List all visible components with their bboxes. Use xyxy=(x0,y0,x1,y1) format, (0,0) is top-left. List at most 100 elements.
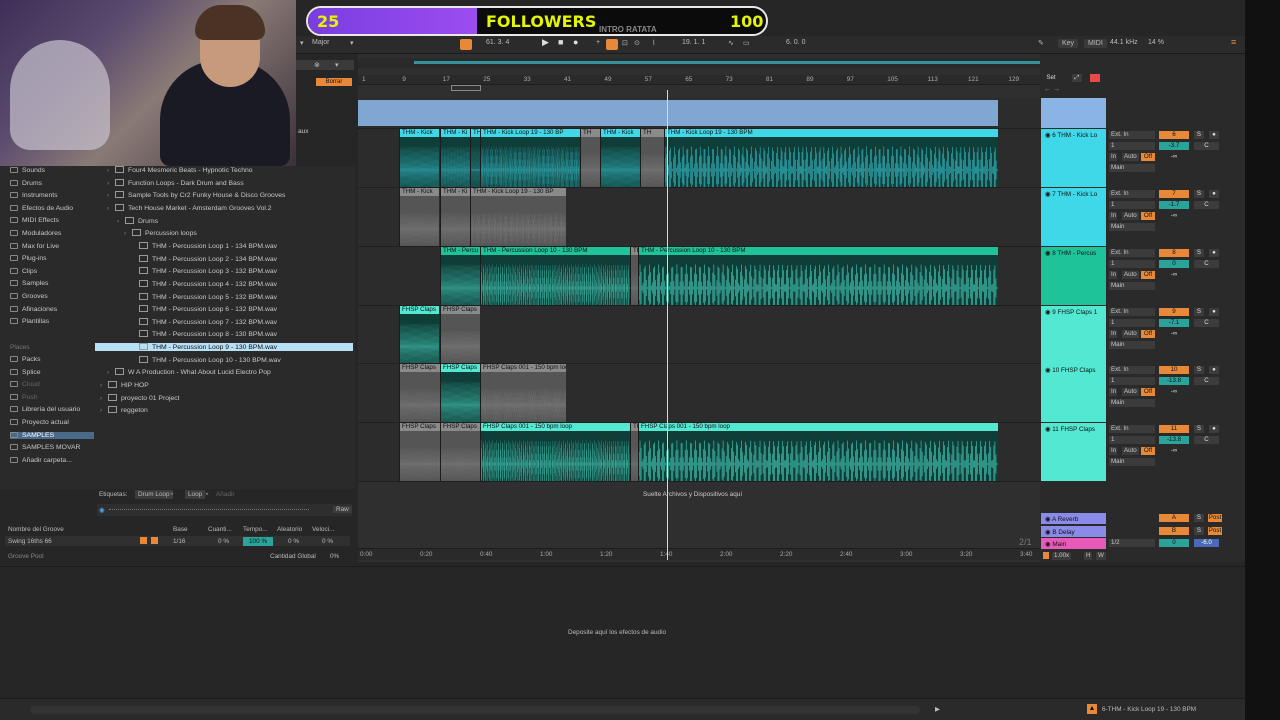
audio-clip[interactable]: FHSP Claps xyxy=(440,364,480,422)
record-arm-button[interactable]: ● xyxy=(1209,425,1219,433)
volume-field[interactable]: -3.7 xyxy=(1159,142,1189,150)
monitor-off-button[interactable]: Off xyxy=(1141,153,1155,161)
input-channel-select[interactable]: 1 xyxy=(1109,319,1155,327)
track-lane[interactable]: THM - Percu THM - Percussion Loop 10 - 13… xyxy=(358,247,1040,306)
track-name[interactable]: ◉ 9 FHSP Claps 1 xyxy=(1041,306,1106,316)
track-name[interactable]: ◉ 11 FHSP Claps xyxy=(1041,423,1106,433)
chevron-right-icon[interactable]: › xyxy=(100,395,108,402)
audio-clip[interactable]: THM - Kick Loop 19 - 130 BPM xyxy=(664,129,998,187)
folder-item[interactable]: › Percussion loops xyxy=(124,229,197,237)
folder-item[interactable]: › Four4 Mesmeric Beats - Hypnotic Techno xyxy=(107,166,253,174)
record-icon[interactable]: ● xyxy=(573,37,578,47)
cue-select[interactable]: 1/2 xyxy=(1109,539,1155,547)
input-type-select[interactable]: Ext. In xyxy=(1109,131,1155,139)
sidebar-item-0[interactable]: Sounds xyxy=(10,167,45,174)
file-item[interactable]: THM - Percussion Loop 8 - 130 BPM.wav xyxy=(139,330,277,338)
groove-quant[interactable]: 0 % xyxy=(218,538,229,545)
input-channel-select[interactable]: 1 xyxy=(1109,260,1155,268)
sidebar-item-11[interactable]: Afinaciones xyxy=(10,305,57,313)
audio-clip[interactable]: TH xyxy=(640,129,664,187)
monitor-in-button[interactable]: In xyxy=(1109,271,1117,279)
post-button[interactable]: Post xyxy=(1208,514,1222,522)
groove-timing[interactable]: 100 % xyxy=(243,537,274,546)
search-bar[interactable] xyxy=(296,60,354,70)
sidebar-item-5[interactable]: Moduladores xyxy=(10,230,61,237)
sidebar-item-3[interactable]: Efectos de Audio xyxy=(10,204,73,212)
sends-field[interactable]: -∞ xyxy=(1159,388,1189,396)
tag-drum-loop[interactable]: Drum Loop xyxy=(135,490,173,499)
global-amount-value[interactable]: 0% xyxy=(330,553,339,560)
file-item[interactable]: THM - Percussion Loop 4 - 132 BPM.wav xyxy=(139,279,277,288)
add-icon[interactable]: + xyxy=(596,39,600,46)
preview-bar[interactable]: ◉ Raw xyxy=(97,504,352,516)
return-activator[interactable]: A xyxy=(1159,514,1189,522)
monitor-in-button[interactable]: In xyxy=(1109,330,1117,338)
record-arm-button[interactable]: ● xyxy=(1209,190,1219,198)
track-lane[interactable]: FHSP Claps FHSP Claps FHSP Claps 001 - 150… xyxy=(358,364,1040,423)
monitor-auto-button[interactable]: Auto xyxy=(1122,153,1139,161)
input-channel-select[interactable]: 1 xyxy=(1109,142,1155,150)
follow-icon[interactable] xyxy=(460,39,472,50)
sidebar-item-8[interactable]: Clips xyxy=(10,267,37,275)
place-item-3[interactable]: Push xyxy=(10,393,38,401)
raw-button[interactable]: Raw xyxy=(333,506,352,513)
sends-field[interactable]: -∞ xyxy=(1159,153,1189,161)
input-channel-select[interactable]: 1 xyxy=(1109,436,1155,444)
audio-clip[interactable]: FHSP Claps 001 - 150 bpm loop xyxy=(480,423,630,481)
sends-field[interactable]: -∞ xyxy=(1159,212,1189,220)
track-lane[interactable]: THM - Kick THM - Ki THM - Kick Loop 19 - 1… xyxy=(358,188,1040,247)
pan-knob[interactable]: C xyxy=(1194,436,1219,444)
audio-clip[interactable]: FHSP Claps xyxy=(440,306,480,363)
audio-clip[interactable]: THM - Kick Loop 19 - 130 BP xyxy=(470,188,566,246)
input-type-select[interactable]: Ext. In xyxy=(1109,190,1155,198)
monitor-off-button[interactable]: Off xyxy=(1141,388,1155,396)
solo-button[interactable]: S xyxy=(1194,425,1204,433)
place-item-0[interactable]: Packs xyxy=(10,356,41,363)
audio-clip[interactable]: THM - Percussion Loop 10 - 130 BPM xyxy=(638,247,998,305)
audio-clip[interactable]: FHSP Claps xyxy=(399,423,440,481)
monitor-in-button[interactable]: In xyxy=(1109,212,1117,220)
return-activator[interactable]: B xyxy=(1159,526,1189,535)
chevron-right-icon[interactable]: › xyxy=(100,382,108,389)
folder-item[interactable]: › HIP HOP xyxy=(100,381,149,389)
sidebar-item-2[interactable]: Instruments xyxy=(10,192,58,199)
audio-clip[interactable]: TH xyxy=(470,129,480,187)
chevron-right-icon[interactable]: › xyxy=(107,192,115,199)
metronome-icon[interactable]: ⊙ xyxy=(634,39,640,47)
place-item-5[interactable]: Proyecto actual xyxy=(10,419,69,426)
groove-velocity[interactable]: 0 % xyxy=(322,538,333,545)
file-item[interactable]: THM - Percussion Loop 1 - 134 BPM.wav xyxy=(139,241,277,250)
monitor-auto-button[interactable]: Auto xyxy=(1122,447,1139,455)
arrows-icon[interactable]: ← → xyxy=(1044,86,1060,93)
sends-field[interactable]: -∞ xyxy=(1159,271,1189,279)
chevron-down-icon[interactable]: ▾ xyxy=(300,39,304,47)
folder-item[interactable]: › Function Loops - Dark Drum and Bass xyxy=(107,178,244,187)
audio-clip[interactable]: TH xyxy=(580,129,600,187)
file-item[interactable]: THM - Percussion Loop 2 - 134 BPM.wav xyxy=(139,254,277,263)
volume-field[interactable]: -13.8 xyxy=(1159,436,1189,444)
folder-item[interactable]: › Drums xyxy=(117,216,158,225)
place-item-8[interactable]: Añadir carpeta... xyxy=(10,456,72,464)
midi-map-button[interactable]: MIDI xyxy=(1084,39,1107,48)
chevron-right-icon[interactable]: › xyxy=(100,407,108,414)
place-item-1[interactable]: Splice xyxy=(10,368,41,376)
input-channel-select[interactable]: 1 xyxy=(1109,377,1155,385)
place-item-7[interactable]: SAMPLES MOVAR xyxy=(10,444,80,451)
monitor-off-button[interactable]: Off xyxy=(1141,447,1155,455)
input-type-select[interactable]: Ext. In xyxy=(1109,366,1155,374)
loop-start[interactable]: 19. 1. 1 xyxy=(682,39,705,46)
chevron-right-icon[interactable]: › xyxy=(107,167,115,174)
sidebar-item-9[interactable]: Samples xyxy=(10,280,48,287)
curve-icon[interactable]: ∿ xyxy=(728,39,734,47)
track-activator[interactable]: 11 xyxy=(1159,425,1189,433)
monitor-in-button[interactable]: In xyxy=(1109,153,1117,161)
track-lane[interactable]: FHSP Claps FHSP Claps FHSP Claps 001 - 150… xyxy=(358,423,1040,482)
track-lane[interactable]: FHSP Claps FHSP Claps xyxy=(358,306,1040,364)
file-item[interactable]: THM - Percussion Loop 10 - 130 BPM.wav xyxy=(139,355,281,364)
output-select[interactable]: Main xyxy=(1109,341,1155,349)
file-item[interactable]: THM - Percussion Loop 3 - 132 BPM.wav xyxy=(139,267,277,275)
audio-clip[interactable]: FHSP Claps 001 - 150 bpm loop xyxy=(480,364,566,422)
audio-clip[interactable]: THM - Ki xyxy=(440,129,470,187)
file-item[interactable]: THM - Percussion Loop 6 - 132 BPM.wav xyxy=(139,305,277,313)
track-activator[interactable]: 10 xyxy=(1159,366,1189,374)
